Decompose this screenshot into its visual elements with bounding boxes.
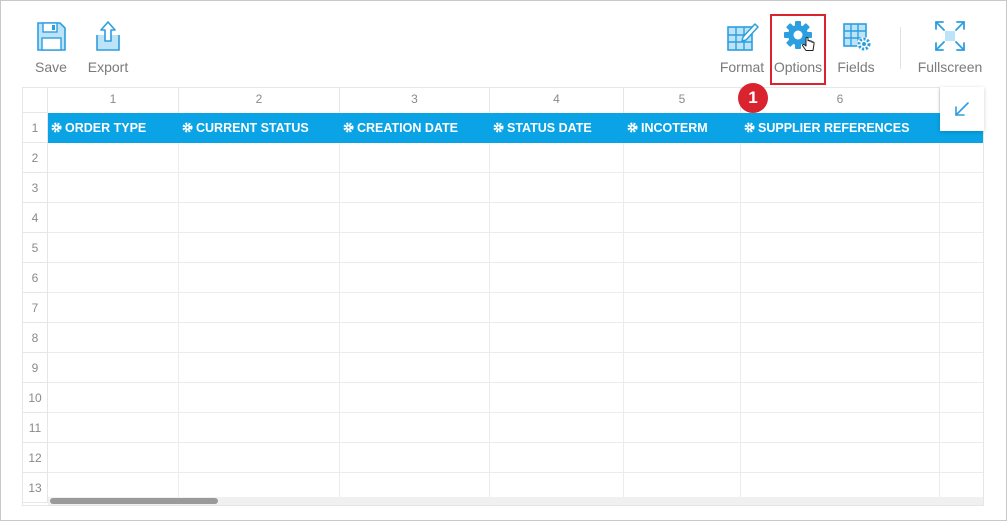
- column-number[interactable]: 1: [48, 88, 179, 113]
- field-header-label: CURRENT STATUS: [196, 121, 309, 135]
- grid-line: [48, 412, 983, 413]
- grid-line: [489, 143, 490, 505]
- gear-icon: [343, 122, 354, 133]
- options-highlight-box: [770, 14, 826, 85]
- grid-line: [339, 143, 340, 505]
- gear-icon: [744, 122, 755, 133]
- field-header-incoterm[interactable]: INCOTERM: [624, 113, 741, 143]
- grid-corner: [23, 88, 48, 113]
- grid-line: [178, 143, 179, 505]
- field-header-creation-date[interactable]: CREATION DATE: [340, 113, 490, 143]
- gear-icon: [493, 122, 504, 133]
- field-header-status-date[interactable]: STATUS DATE: [490, 113, 624, 143]
- row-number[interactable]: 13: [23, 473, 48, 503]
- grid-line: [48, 262, 983, 263]
- grid-line: [48, 172, 983, 173]
- row-number[interactable]: 5: [23, 233, 48, 263]
- row-number[interactable]: 11: [23, 413, 48, 443]
- collapse-button[interactable]: [940, 87, 984, 131]
- pivot-grid[interactable]: 1 2 3 4 5 6 ORDER TYPE CURRENT STATUS CR…: [22, 87, 984, 506]
- table-pencil-icon: [727, 23, 759, 51]
- row-number[interactable]: 6: [23, 263, 48, 293]
- export-label: Export: [87, 59, 129, 75]
- row-number[interactable]: 12: [23, 443, 48, 473]
- gear-icon: [627, 122, 638, 133]
- field-header-label: INCOTERM: [641, 121, 708, 135]
- row-number[interactable]: 7: [23, 293, 48, 323]
- grid-line: [623, 143, 624, 505]
- column-number[interactable]: 2: [179, 88, 340, 113]
- format-button[interactable]: Format: [717, 19, 767, 81]
- arrow-down-left-icon: [955, 102, 969, 116]
- field-header-supplier-references[interactable]: SUPPLIER REFERENCES: [741, 113, 940, 143]
- column-number[interactable]: 6: [741, 88, 940, 113]
- row-number[interactable]: 1: [23, 113, 48, 143]
- grid-line: [48, 352, 983, 353]
- grid-line: [48, 382, 983, 383]
- field-header-label: SUPPLIER REFERENCES: [758, 121, 910, 135]
- row-number[interactable]: 8: [23, 323, 48, 353]
- fields-label: Fields: [837, 59, 875, 75]
- field-header-order-type[interactable]: ORDER TYPE: [48, 113, 179, 143]
- format-label: Format: [719, 59, 765, 75]
- column-number[interactable]: 4: [490, 88, 624, 113]
- gear-icon: [51, 122, 62, 133]
- grid-line: [939, 143, 940, 505]
- horizontal-scrollbar[interactable]: [48, 497, 983, 505]
- column-number[interactable]: 3: [340, 88, 490, 113]
- row-number[interactable]: 3: [23, 173, 48, 203]
- row-number[interactable]: 9: [23, 353, 48, 383]
- row-number[interactable]: 10: [23, 383, 48, 413]
- fields-button[interactable]: Fields: [833, 19, 879, 81]
- upload-arrow-icon: [96, 21, 120, 51]
- grid-line: [48, 202, 983, 203]
- pivot-table-window: Save Export Format Options Fields Fullsc…: [0, 0, 1007, 521]
- field-header-label: STATUS DATE: [507, 121, 592, 135]
- row-number[interactable]: 4: [23, 203, 48, 233]
- toolbar-divider: [900, 27, 901, 69]
- step-number-badge: 1: [738, 83, 768, 113]
- fullscreen-label: Fullscreen: [917, 59, 983, 75]
- grid-line: [740, 143, 741, 505]
- grid-line: [48, 472, 983, 473]
- grid-line: [48, 442, 983, 443]
- fullscreen-button[interactable]: Fullscreen: [916, 19, 984, 81]
- grid-line: [48, 292, 983, 293]
- row-number[interactable]: 2: [23, 143, 48, 173]
- grid-line: [48, 232, 983, 233]
- field-header-label: ORDER TYPE: [65, 121, 147, 135]
- save-label: Save: [35, 59, 67, 75]
- field-header-label: CREATION DATE: [357, 121, 458, 135]
- save-button[interactable]: Save: [31, 19, 71, 81]
- grid-line: [48, 322, 983, 323]
- floppy-disk-icon: [37, 22, 66, 51]
- export-button[interactable]: Export: [85, 19, 131, 81]
- field-header-current-status[interactable]: CURRENT STATUS: [179, 113, 340, 143]
- expand-arrows-icon: [935, 21, 965, 51]
- table-gear-icon: [843, 23, 871, 51]
- scrollbar-thumb[interactable]: [50, 498, 218, 504]
- column-number[interactable]: 5: [624, 88, 741, 113]
- gear-icon: [182, 122, 193, 133]
